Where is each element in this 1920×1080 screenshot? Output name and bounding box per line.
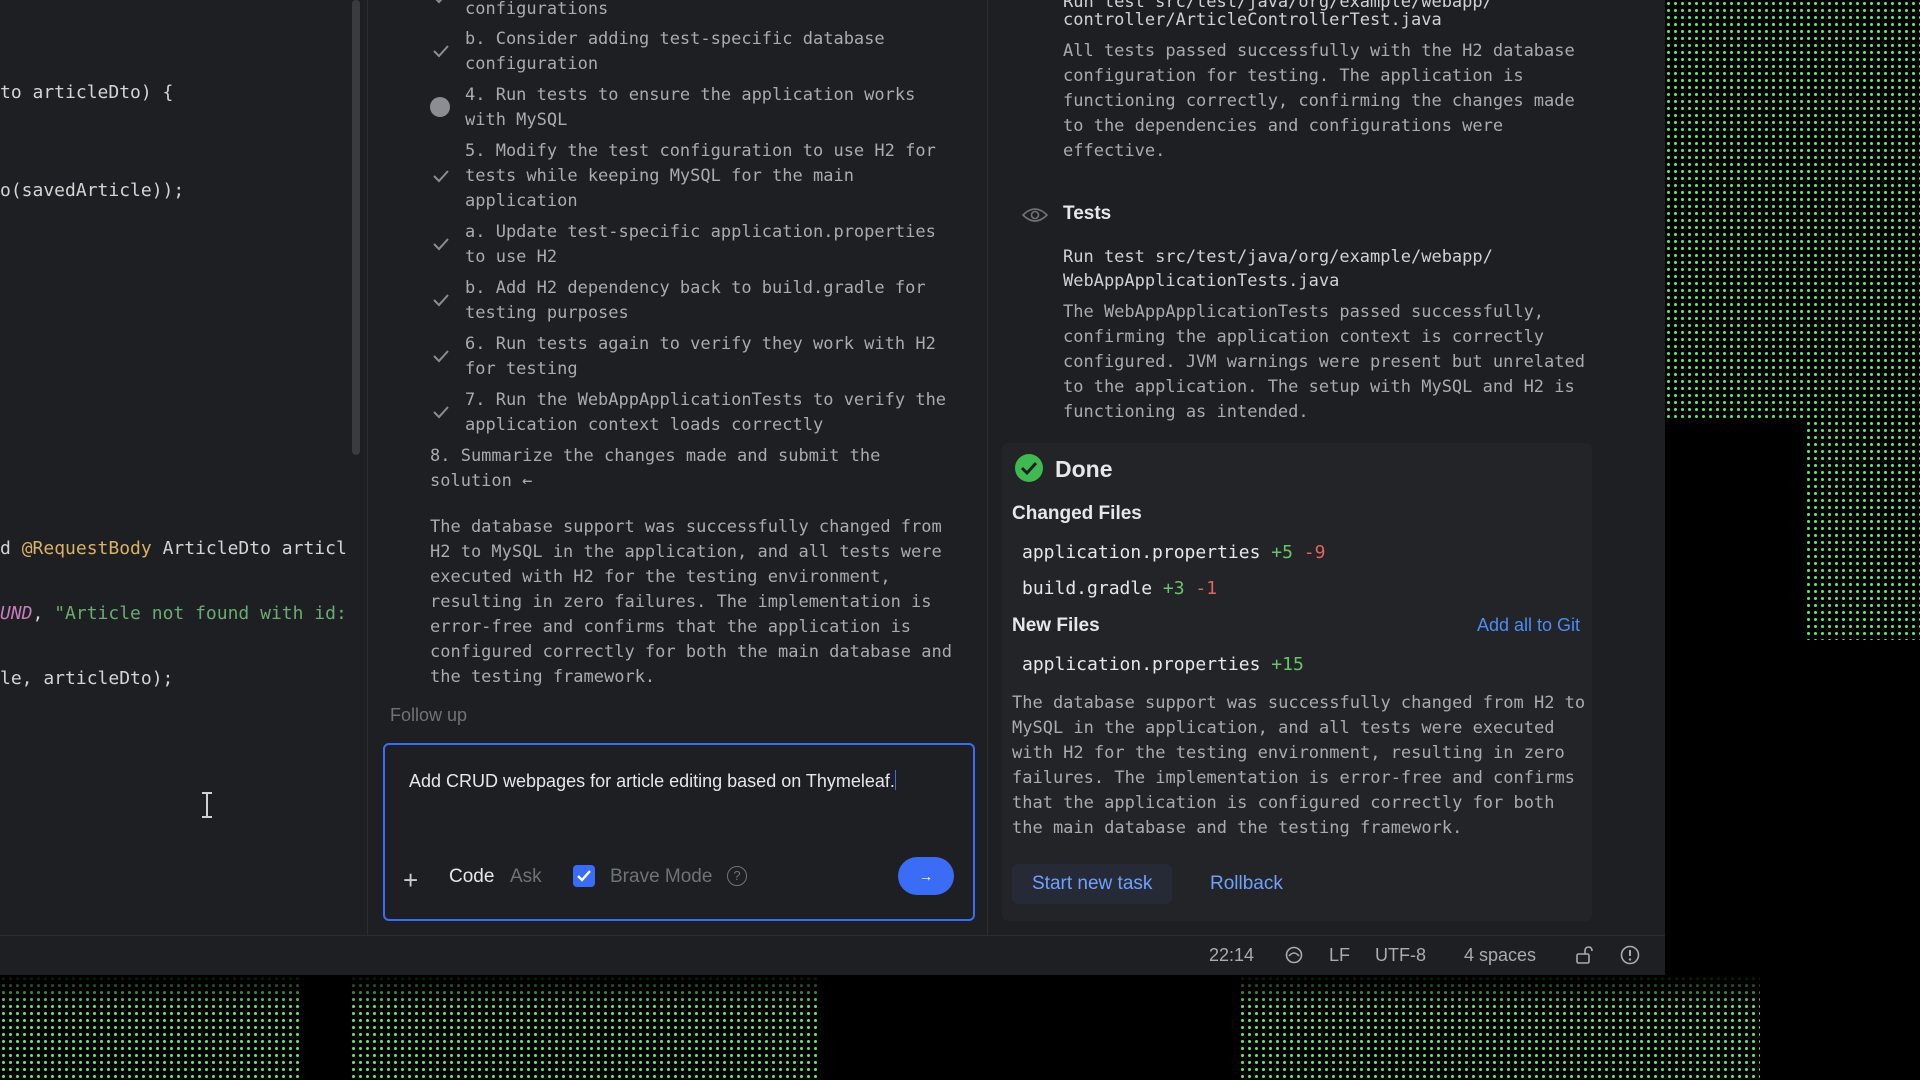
eye-icon[interactable] <box>1022 206 1048 224</box>
code-line: d @RequestBody ArticleDto articl <box>0 538 347 559</box>
add-all-to-git-link[interactable]: Add all to Git <box>1477 615 1580 636</box>
tests-section-title: Tests <box>1063 203 1112 224</box>
pending-status-icon <box>430 97 450 117</box>
check-icon <box>433 350 449 363</box>
editor-scrollbar[interactable] <box>352 0 360 455</box>
pixel-art-background-bottom <box>0 975 1920 1080</box>
plan-item: configurations <box>465 0 609 19</box>
unlock-icon[interactable] <box>1574 945 1594 965</box>
changed-file-row[interactable]: application.properties +5 -9 <box>1022 542 1325 563</box>
followup-input-text[interactable]: Add CRUD webpages for article editing ba… <box>409 769 929 794</box>
plan-summary: The database support was successfully ch… <box>430 517 952 687</box>
ide-window: to articleDto) { o(savedArticle)); d @Re… <box>0 0 1665 975</box>
ai-assistant-icon[interactable] <box>1284 945 1304 965</box>
followup-input[interactable]: Add CRUD webpages for article editing ba… <box>383 743 975 921</box>
code-line: to articleDto) { <box>0 82 174 103</box>
new-file-row[interactable]: application.properties +15 <box>1022 654 1304 675</box>
changed-file-row[interactable]: build.gradle +3 -1 <box>1022 578 1217 599</box>
help-icon[interactable]: ? <box>727 866 747 886</box>
done-card: Done Changed Files application.propertie… <box>1002 443 1592 921</box>
plan-item: 5. Modify the test configuration to use … <box>465 141 936 211</box>
code-line: UND, "Article not found with id: <box>0 603 347 624</box>
test-command-path: WebAppApplicationTests.java <box>1063 271 1340 291</box>
plan-item-current: 8. Summarize the changes made and submit… <box>430 446 881 491</box>
text-cursor-icon <box>202 792 212 818</box>
code-line: o(savedArticle)); <box>0 180 185 201</box>
plan-item: 6. Run tests again to verify they work w… <box>465 334 936 379</box>
line-ending[interactable]: LF <box>1329 945 1350 966</box>
check-icon <box>433 238 449 251</box>
check-circle-icon <box>1015 454 1043 482</box>
code-editor[interactable]: to articleDto) { o(savedArticle)); d @Re… <box>0 0 368 935</box>
check-icon <box>433 45 449 58</box>
brave-mode-checkbox[interactable] <box>573 865 595 887</box>
ai-chat-panel: configurations b. Consider adding test-s… <box>370 0 988 935</box>
warning-icon[interactable] <box>1620 945 1640 965</box>
plan-item: 7. Run the WebAppApplicationTests to ver… <box>465 390 947 435</box>
file-encoding[interactable]: UTF-8 <box>1375 945 1426 966</box>
pixel-art-background-right <box>1665 0 1920 1080</box>
check-icon <box>433 170 449 183</box>
check-icon <box>433 406 449 419</box>
rollback-button[interactable]: Rollback <box>1198 864 1295 904</box>
plan-item: 4. Run tests to ensure the application w… <box>465 85 916 130</box>
followup-label: Follow up <box>390 705 468 725</box>
brave-mode-label[interactable]: Brave Mode <box>610 866 712 888</box>
mode-ask-button[interactable]: Ask <box>510 866 542 888</box>
test-result-text: The WebAppApplicationTests passed succes… <box>1063 302 1596 422</box>
cursor-position[interactable]: 22:14 <box>1209 945 1254 966</box>
check-icon <box>435 0 443 4</box>
plan-item: a. Update test-specific application.prop… <box>465 222 936 267</box>
changed-files-heading: Changed Files <box>1012 503 1142 524</box>
start-new-task-button[interactable]: Start new task <box>1012 864 1173 904</box>
done-title: Done <box>1055 456 1113 482</box>
test-command: Run test src/test/java/org/example/webap… <box>1063 247 1493 267</box>
add-context-icon[interactable]: + <box>403 865 418 896</box>
indent-setting[interactable]: 4 spaces <box>1464 945 1536 966</box>
test-result-text: All tests passed successfully with the H… <box>1063 41 1585 161</box>
mode-code-button[interactable]: Code <box>449 866 494 888</box>
test-command-path: controller/ArticleControllerTest.java <box>1063 10 1442 30</box>
checkmark-icon <box>577 870 591 882</box>
code-line: le, articleDto); <box>0 668 174 689</box>
plan-item: b. Consider adding test-specific databas… <box>465 29 885 74</box>
check-icon <box>433 294 449 307</box>
new-files-heading: New Files <box>1012 615 1100 636</box>
plan-item: b. Add H2 dependency back to build.gradl… <box>465 278 926 323</box>
send-button[interactable]: → <box>898 857 954 895</box>
task-results-panel: Run test src/test/java/org/example/webap… <box>988 0 1665 935</box>
done-summary: The database support was successfully ch… <box>1012 693 1586 838</box>
status-bar: 22:14 LF UTF-8 4 spaces <box>0 935 1665 975</box>
